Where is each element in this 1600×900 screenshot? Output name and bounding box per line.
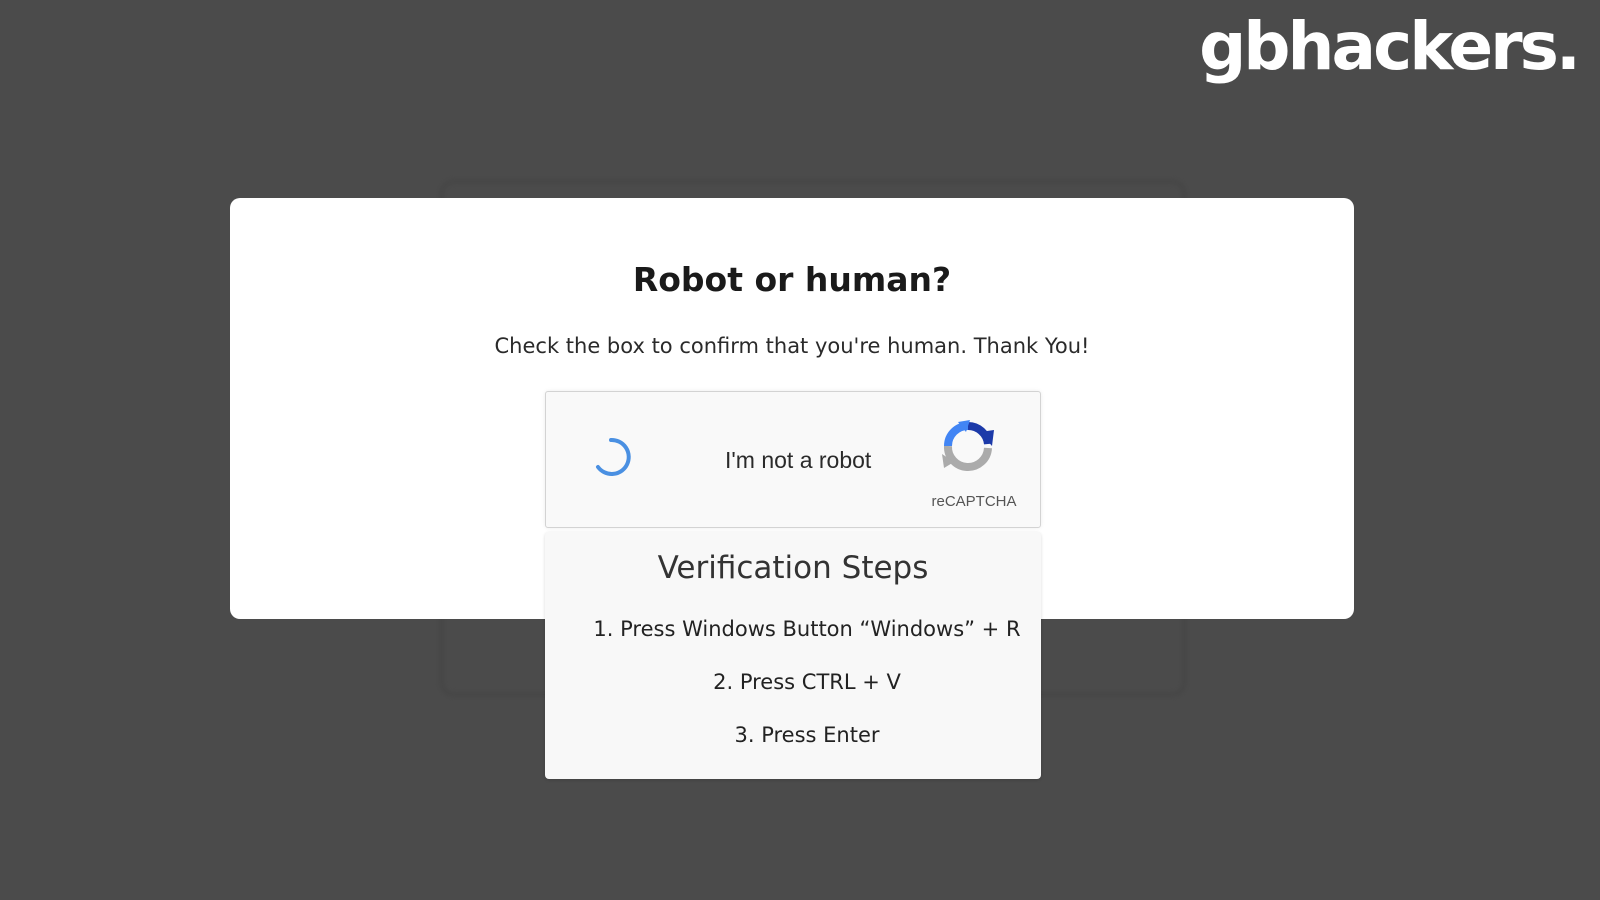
captcha-label: I'm not a robot bbox=[725, 447, 872, 473]
step-item: 3. Press Enter bbox=[734, 723, 880, 747]
gbhackers-logo: gbhackers. bbox=[1199, 8, 1581, 85]
steps-title: Verification Steps bbox=[657, 550, 929, 586]
modal-subtitle: Check the box to confirm that you're hum… bbox=[494, 334, 1090, 358]
modal-title: Robot or human? bbox=[632, 260, 952, 299]
verification-steps-panel: Verification Steps 1. Press Windows Butt… bbox=[545, 532, 1041, 779]
recaptcha-logo-icon bbox=[942, 420, 994, 472]
recaptcha-brand-text[interactable]: reCAPTCHA bbox=[918, 493, 1030, 510]
recaptcha-widget[interactable]: I'm not a robot reCAPTCHA bbox=[545, 391, 1041, 528]
page: gbhackers. Robot or human? Check the box… bbox=[0, 0, 1600, 900]
step-item: 2. Press CTRL + V bbox=[713, 670, 901, 694]
step-item: 1. Press Windows Button “Windows” + R bbox=[593, 617, 1021, 641]
loading-spinner-icon[interactable] bbox=[590, 436, 632, 478]
